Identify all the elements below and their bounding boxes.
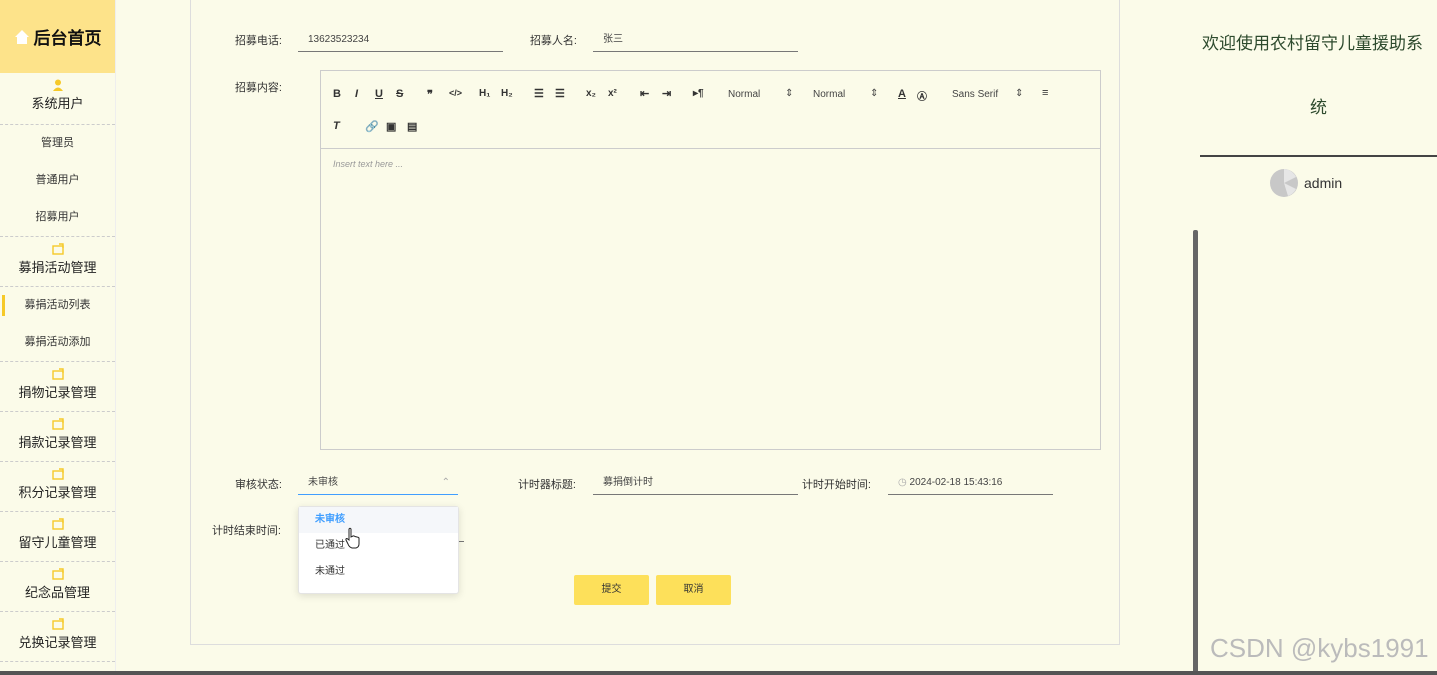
sidebar-item-fundraising-list[interactable]: 募捐活动列表 bbox=[0, 287, 115, 324]
folder-icon bbox=[51, 468, 64, 480]
chevron-updown-icon: ⇕ bbox=[870, 88, 879, 99]
folder-icon bbox=[51, 243, 64, 255]
font-size-select[interactable]: Normal bbox=[728, 89, 760, 100]
sidebar-item-recruit-user[interactable]: 招募用户 bbox=[0, 199, 115, 237]
link-icon[interactable]: 🔗 bbox=[365, 120, 379, 133]
folder-icon bbox=[51, 568, 64, 580]
ordered-list-icon[interactable]: ☰ bbox=[534, 87, 544, 100]
header-select[interactable]: Normal bbox=[813, 89, 845, 100]
rich-text-editor[interactable]: B I U S ❞ </> H₁ H₂ ☰ ☰ x₂ x² ⇤ ⇥ ▸¶ Nor… bbox=[320, 70, 1101, 450]
sidebar-item-normal-user[interactable]: 普通用户 bbox=[0, 162, 115, 199]
sidebar-group-children[interactable]: 留守儿童管理 bbox=[0, 512, 115, 562]
phone-label: 招募电话: bbox=[234, 35, 282, 47]
hand-cursor-icon bbox=[345, 527, 360, 549]
bottom-bar bbox=[0, 671, 1437, 675]
italic-button[interactable]: I bbox=[355, 88, 358, 100]
folder-icon bbox=[51, 518, 64, 530]
chevron-updown-icon: ⇕ bbox=[785, 88, 794, 99]
phone-input[interactable]: 13623523234 bbox=[298, 28, 503, 52]
dropdown-option-rejected[interactable]: 未通过 bbox=[299, 559, 458, 585]
align-icon[interactable]: ≡ bbox=[1042, 87, 1048, 99]
chevron-up-icon: ⌃ bbox=[441, 477, 450, 488]
home-link[interactable]: 后台首页 bbox=[0, 0, 115, 73]
editor-placeholder: Insert text here ... bbox=[333, 159, 404, 169]
font-family-select[interactable]: Sans Serif bbox=[952, 89, 998, 100]
timer-title-label: 计时器标题: bbox=[517, 479, 576, 491]
name-label: 招募人名: bbox=[529, 35, 577, 47]
status-dropdown: 未审核 已通过 未通过 bbox=[298, 506, 459, 594]
direction-icon[interactable]: ▸¶ bbox=[693, 88, 704, 99]
text-color-button[interactable]: A bbox=[898, 88, 906, 100]
folder-icon bbox=[51, 418, 64, 430]
image-icon[interactable]: ▣ bbox=[386, 120, 396, 133]
welcome-text: 欢迎使用农村留守儿童援助系 统 bbox=[1202, 34, 1423, 117]
scrollbar[interactable] bbox=[1193, 230, 1198, 675]
avatar bbox=[1270, 169, 1298, 197]
sidebar: 后台首页 系统用户 管理员 普通用户 招募用户 募捐活动管理 募捐活动列表 募捐… bbox=[0, 0, 116, 675]
clock-icon: ◷ bbox=[898, 477, 907, 488]
sidebar-group-fundraising[interactable]: 募捐活动管理 bbox=[0, 237, 115, 287]
superscript-button[interactable]: x² bbox=[608, 88, 617, 99]
sidebar-item-admin[interactable]: 管理员 bbox=[0, 125, 115, 162]
sidebar-item-fundraising-add[interactable]: 募捐活动添加 bbox=[0, 324, 115, 362]
sidebar-group-points[interactable]: 积分记录管理 bbox=[0, 462, 115, 512]
timer-title-input[interactable]: 募捐倒计时 bbox=[593, 471, 798, 495]
indent-icon[interactable]: ⇥ bbox=[662, 87, 671, 100]
dropdown-option-approved[interactable]: 已通过 bbox=[299, 533, 458, 559]
cancel-button[interactable]: 取消 bbox=[656, 575, 731, 605]
logo-label: 后台首页 bbox=[33, 29, 102, 48]
user-icon bbox=[52, 79, 63, 91]
background-color-button[interactable]: Ⓐ bbox=[917, 88, 927, 103]
name-input[interactable]: 张三 bbox=[593, 28, 798, 52]
watermark: CSDN @kybs1991 bbox=[1210, 633, 1429, 663]
bullet-list-icon[interactable]: ☰ bbox=[555, 87, 565, 100]
submit-button[interactable]: 提交 bbox=[574, 575, 649, 605]
sidebar-group-exchange[interactable]: 兑换记录管理 bbox=[0, 612, 115, 662]
timer-start-label: 计时开始时间: bbox=[801, 479, 871, 491]
divider bbox=[1200, 155, 1437, 157]
video-icon[interactable]: ▤ bbox=[407, 120, 417, 133]
outdent-icon[interactable]: ⇤ bbox=[640, 87, 649, 100]
status-select[interactable]: 未审核 ⌃ bbox=[298, 471, 458, 495]
blockquote-button[interactable]: ❞ bbox=[427, 88, 433, 101]
content-label: 招募内容: bbox=[234, 82, 282, 94]
bold-button[interactable]: B bbox=[333, 88, 341, 100]
h1-button[interactable]: H₁ bbox=[479, 88, 490, 99]
home-icon bbox=[14, 29, 29, 44]
chevron-updown-icon: ⇕ bbox=[1015, 88, 1024, 99]
sidebar-group-system-users[interactable]: 系统用户 bbox=[0, 73, 115, 125]
editor-toolbar: B I U S ❞ </> H₁ H₂ ☰ ☰ x₂ x² ⇤ ⇥ ▸¶ Nor… bbox=[321, 71, 1100, 149]
right-panel: 欢迎使用农村留守儿童援助系 统 admin bbox=[1200, 0, 1437, 675]
h2-button[interactable]: H₂ bbox=[501, 88, 513, 99]
sidebar-group-goods-donation[interactable]: 捐物记录管理 bbox=[0, 362, 115, 412]
subscript-button[interactable]: x₂ bbox=[586, 88, 596, 99]
sidebar-group-money-donation[interactable]: 捐款记录管理 bbox=[0, 412, 115, 462]
timer-end-label: 计时结束时间: bbox=[211, 525, 281, 537]
underline-button[interactable]: U bbox=[375, 88, 383, 100]
timer-start-input[interactable]: ◷ 2024-02-18 15:43:16 bbox=[888, 471, 1053, 495]
username: admin bbox=[1304, 175, 1343, 191]
folder-icon bbox=[51, 368, 64, 380]
clear-format-icon[interactable]: T bbox=[333, 120, 340, 132]
dropdown-option-pending[interactable]: 未审核 bbox=[299, 507, 458, 533]
sidebar-group-souvenir[interactable]: 纪念品管理 bbox=[0, 562, 115, 612]
strike-button[interactable]: S bbox=[396, 88, 403, 100]
status-label: 审核状态: bbox=[234, 479, 282, 491]
user-info[interactable]: admin bbox=[1270, 169, 1342, 197]
folder-icon bbox=[51, 618, 64, 630]
code-button[interactable]: </> bbox=[449, 88, 462, 98]
